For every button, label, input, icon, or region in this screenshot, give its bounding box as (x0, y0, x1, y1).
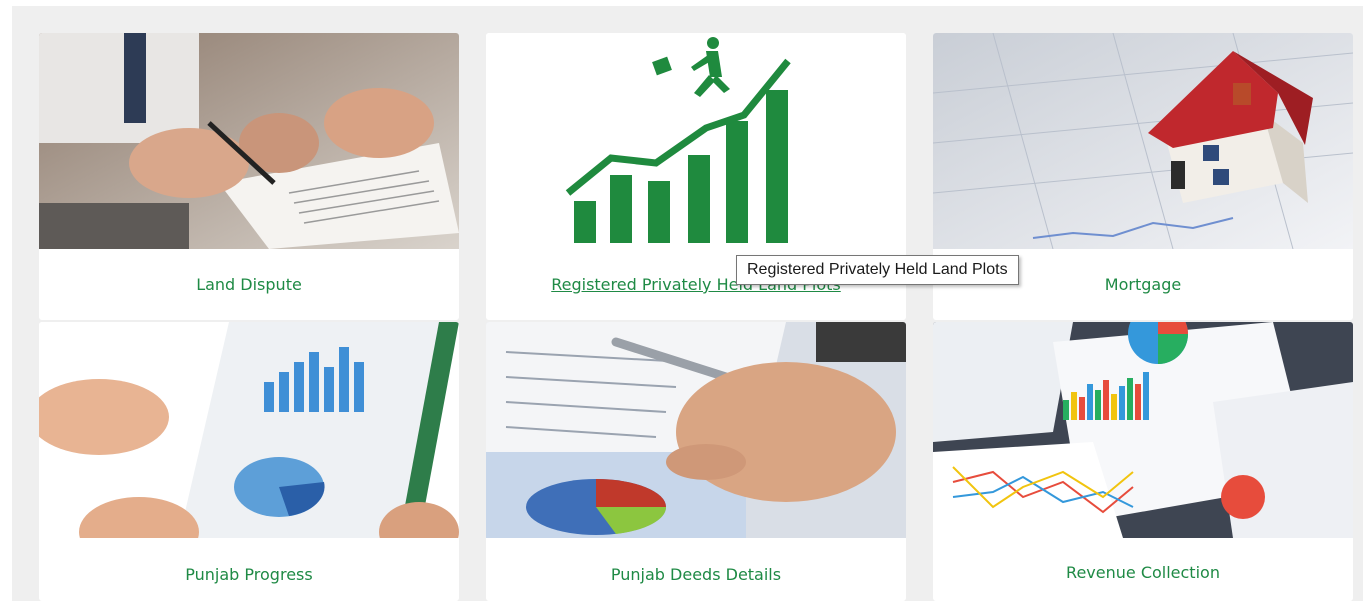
card-label[interactable]: Punjab Deeds Details (486, 565, 906, 584)
revenue-collection-image (933, 322, 1353, 538)
card-label[interactable]: Punjab Progress (39, 565, 459, 584)
punjab-progress-image (39, 322, 459, 538)
punjab-deeds-image (486, 322, 906, 538)
card-punjab-deeds-details[interactable]: Punjab Deeds Details (486, 322, 906, 601)
card-label[interactable]: Land Dispute (39, 275, 459, 294)
growth-chart-icon (486, 33, 906, 249)
card-land-dispute[interactable]: Land Dispute (39, 33, 459, 320)
land-dispute-image (39, 33, 459, 249)
mortgage-image (933, 33, 1353, 249)
card-label[interactable]: Revenue Collection (933, 563, 1353, 582)
card-punjab-progress[interactable]: Punjab Progress (39, 322, 459, 601)
card-revenue-collection[interactable]: Revenue Collection (933, 322, 1353, 601)
hover-tooltip: Registered Privately Held Land Plots (736, 255, 1019, 285)
